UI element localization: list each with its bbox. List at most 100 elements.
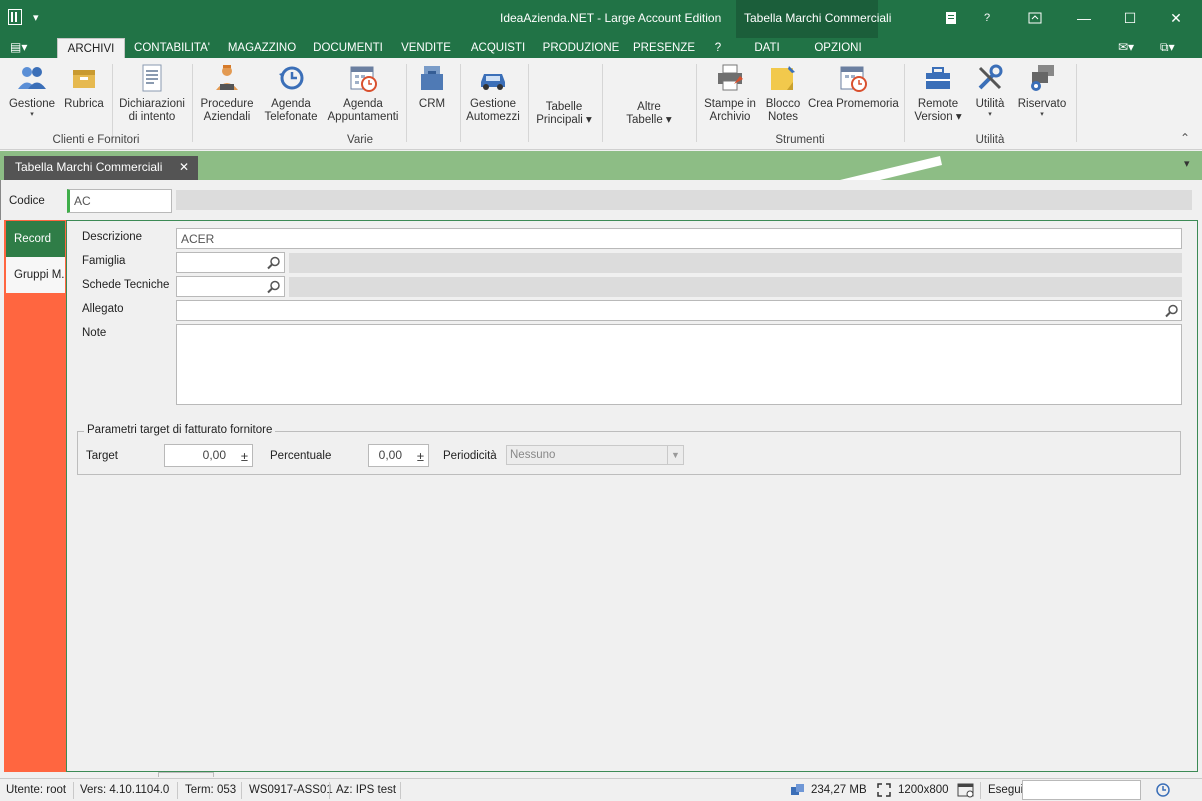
procedure-label: Procedure xyxy=(200,98,254,110)
tab-documenti[interactable]: DOCUMENTI xyxy=(308,38,388,58)
close-button[interactable]: ✕ xyxy=(1153,0,1199,36)
status-separator xyxy=(73,782,74,799)
quick-access-menu-icon[interactable]: ▾ xyxy=(33,11,39,24)
tab-presenze[interactable]: PRESENZE xyxy=(630,38,698,58)
search-icon[interactable] xyxy=(265,277,283,296)
tabelle-principali-label2: Principali ▾ xyxy=(536,114,592,126)
toolbox-icon xyxy=(922,62,954,94)
tab-record[interactable]: Record xyxy=(6,221,65,257)
maximize-button[interactable]: ☐ xyxy=(1107,0,1153,36)
history-icon[interactable] xyxy=(1155,782,1171,801)
spin-icon[interactable]: ± xyxy=(241,446,248,467)
ribbon-separator xyxy=(696,64,697,142)
tab-contabilita[interactable]: CONTABILITA' xyxy=(128,38,216,58)
tab-produzione[interactable]: PRODUZIONE xyxy=(538,38,624,58)
blocco-notes-button[interactable]: Blocco Notes xyxy=(762,62,804,124)
blocco-notes-label2: Notes xyxy=(767,111,799,123)
tab-vendite[interactable]: VENDITE xyxy=(395,38,457,58)
tab-opzioni[interactable]: OPZIONI xyxy=(804,38,872,58)
search-icon[interactable] xyxy=(1163,301,1181,320)
spin-icon[interactable]: ± xyxy=(417,446,424,467)
status-bar: Utente: root Vers: 4.10.1104.0 Term: 053… xyxy=(0,778,1202,801)
collapse-ribbon-icon[interactable]: ⌃ xyxy=(1180,131,1190,145)
stampe-archivio-label: Stampe in xyxy=(704,98,756,110)
tabelle-principali-button[interactable]: Tabelle Principali ▾ xyxy=(532,101,596,127)
periodicita-value: Nessuno xyxy=(510,449,556,461)
window-settings-icon[interactable] xyxy=(957,783,975,801)
status-workstation: WS0917-ASS01 xyxy=(249,784,333,796)
help-button[interactable]: ? xyxy=(964,0,1010,36)
procedure-button[interactable]: Procedure Aziendali xyxy=(198,62,256,124)
percentuale-value: 0,00 xyxy=(378,448,402,462)
riservato-button[interactable]: Riservato ▾ xyxy=(1014,62,1070,119)
tab-help[interactable]: ? xyxy=(704,38,732,58)
stampe-archivio-button[interactable]: Stampe in Archivio xyxy=(702,62,758,124)
ribbon-separator xyxy=(602,64,603,142)
printer-icon xyxy=(714,62,746,94)
dichiarazioni-label2: di intento xyxy=(128,111,176,123)
status-versione: Vers: 4.10.1104.0 xyxy=(80,784,170,796)
file-menu-button[interactable]: ▤▾ xyxy=(10,40,40,56)
gestione-automezzi-button[interactable]: Gestione Automezzi xyxy=(464,62,522,124)
esegui-input[interactable] xyxy=(1022,780,1141,800)
status-memory: 234,27 MB xyxy=(811,784,867,796)
ribbon-display-icon[interactable] xyxy=(1012,0,1058,36)
utilita-button[interactable]: Utilità ▾ xyxy=(970,62,1010,119)
close-tab-icon[interactable]: ✕ xyxy=(179,156,189,178)
dichiarazioni-button[interactable]: Dichiarazioni di intento xyxy=(118,62,186,124)
crea-promemoria-label: Crea Promemoria xyxy=(808,98,899,110)
document-icon xyxy=(136,62,168,94)
crm-button[interactable]: CRM xyxy=(412,62,452,111)
tab-magazzino[interactable]: MAGAZZINO xyxy=(222,38,302,58)
status-utente: Utente: root xyxy=(6,784,67,796)
agenda-appuntamenti-button[interactable]: Agenda Appuntamenti xyxy=(326,62,400,124)
windows-switch-icon[interactable]: ⧉▾ xyxy=(1160,40,1175,55)
search-icon[interactable] xyxy=(265,253,283,272)
tab-list-icon[interactable]: ▾ xyxy=(1184,157,1190,170)
remote-version-button[interactable]: Remote Version ▾ xyxy=(910,62,966,124)
schede-tecniche-label: Schede Tecniche xyxy=(82,279,170,291)
worker-icon xyxy=(211,62,243,94)
calendar-clock-icon xyxy=(837,62,869,94)
document-tab[interactable]: Tabella Marchi Commerciali ✕ xyxy=(4,156,198,180)
allegato-input[interactable] xyxy=(176,300,1182,321)
horizontal-scrollbar[interactable] xyxy=(158,772,214,777)
periodicita-select[interactable]: Nessuno ▼ xyxy=(506,445,684,465)
tab-dati[interactable]: DATI xyxy=(742,38,792,58)
tab-acquisti[interactable]: ACQUISTI xyxy=(464,38,532,58)
target-spinner[interactable]: 0,00 ± xyxy=(164,444,253,467)
periodicita-label: Periodicità xyxy=(443,450,497,462)
agenda-telefonate-label: Agenda xyxy=(271,98,311,110)
history-clock-icon xyxy=(275,62,307,94)
sticky-note-icon xyxy=(767,62,799,94)
note-textarea[interactable] xyxy=(176,324,1182,405)
altre-tabelle-button[interactable]: Altre Tabelle ▾ xyxy=(616,101,682,127)
percentuale-spinner[interactable]: 0,00 ± xyxy=(368,444,429,467)
gestione-automezzi-label2: Automezzi xyxy=(466,111,520,123)
blocco-notes-label: Blocco xyxy=(765,98,801,110)
status-azienda: Az: IPS test xyxy=(336,784,397,796)
minimize-button[interactable]: — xyxy=(1061,0,1107,36)
group-label-clienti: Clienti e Fornitori xyxy=(52,134,140,146)
tabelle-principali-label: Tabelle xyxy=(545,101,583,113)
window-title: IdeaAzienda.NET - Large Account Edition xyxy=(500,11,722,25)
descrizione-input[interactable] xyxy=(176,228,1182,249)
rubrica-label: Rubrica xyxy=(64,98,104,110)
gestione-label: Gestione xyxy=(8,98,56,110)
agenda-telefonate-button[interactable]: Agenda Telefonate xyxy=(262,62,320,124)
fullscreen-icon[interactable] xyxy=(877,783,891,800)
parametri-legend: Parametri target di fatturato fornitore xyxy=(84,424,276,436)
tab-gruppi[interactable]: Gruppi M. xyxy=(6,257,65,293)
tab-archivi[interactable]: ARCHIVI xyxy=(57,38,125,58)
crea-promemoria-button[interactable]: Crea Promemoria xyxy=(808,62,899,111)
gestione-button[interactable]: Gestione ▾ xyxy=(8,62,56,119)
group-label-utilita: Utilità xyxy=(975,134,1005,146)
mail-icon[interactable]: ✉▾ xyxy=(1118,40,1134,54)
group-label-strumenti: Strumenti xyxy=(775,134,825,146)
rubrica-button[interactable]: Rubrica xyxy=(62,62,106,111)
app-logo-icon xyxy=(8,9,22,25)
memory-icon xyxy=(791,784,805,799)
codice-label: Codice xyxy=(9,195,45,207)
altre-tabelle-label: Altre xyxy=(637,101,661,113)
codice-input[interactable] xyxy=(67,189,172,213)
